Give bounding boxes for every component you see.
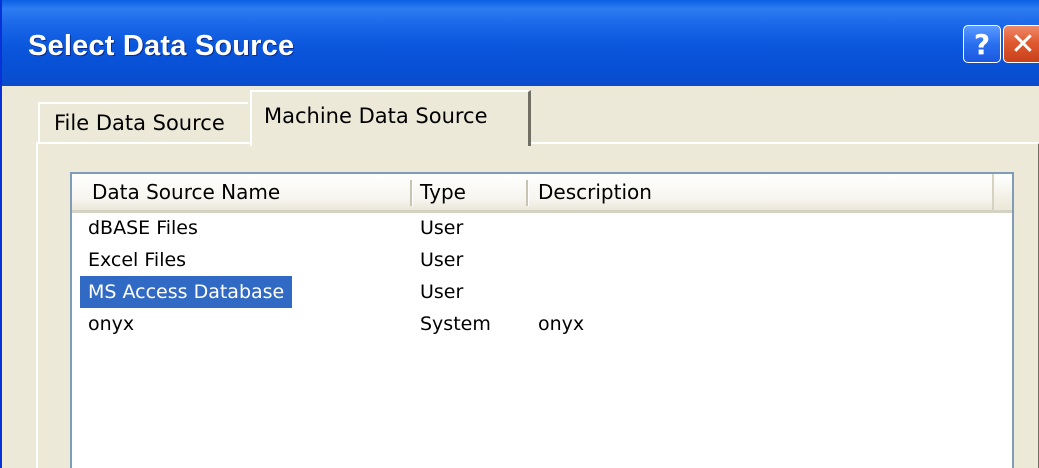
select-data-source-dialog: Select Data Source ? ✕ File Data Source … — [0, 0, 1039, 468]
dialog-title: Select Data Source — [28, 30, 295, 62]
data-source-name: dBASE Files — [88, 217, 198, 239]
data-source-type: User — [420, 217, 464, 239]
close-button[interactable]: ✕ — [1003, 25, 1039, 63]
list-item[interactable]: Excel Files User — [72, 244, 1012, 276]
tab-file-data-source[interactable]: File Data Source — [38, 102, 248, 144]
column-header-description[interactable]: Description — [538, 174, 652, 210]
tab-label: Machine Data Source — [264, 104, 488, 128]
close-icon: ✕ — [1010, 26, 1036, 62]
data-source-type: System — [420, 313, 491, 335]
data-source-name: onyx — [88, 313, 135, 335]
list-item[interactable]: dBASE Files User — [72, 212, 1012, 244]
list-item-selected[interactable]: MS Access Database User — [72, 276, 1012, 308]
data-source-list[interactable]: Data Source Name Type Description dBASE … — [70, 172, 1014, 468]
tab-machine-data-source[interactable]: Machine Data Source — [250, 90, 531, 146]
column-header-name[interactable]: Data Source Name — [92, 174, 280, 210]
data-source-type: User — [420, 281, 464, 303]
list-item[interactable]: onyx System onyx — [72, 308, 1012, 340]
column-divider[interactable] — [410, 180, 413, 206]
column-header-type[interactable]: Type — [420, 174, 466, 210]
column-divider[interactable] — [526, 180, 529, 206]
data-source-name: MS Access Database — [80, 276, 293, 308]
tab-label: File Data Source — [54, 111, 225, 135]
help-button[interactable]: ? — [963, 25, 1001, 63]
column-header-filler — [992, 174, 1012, 210]
data-source-name: Excel Files — [88, 249, 187, 271]
title-bar[interactable]: Select Data Source ? ✕ — [2, 0, 1039, 86]
list-header: Data Source Name Type Description — [72, 174, 1012, 213]
data-source-description: onyx — [538, 313, 585, 335]
question-mark-icon: ? — [973, 27, 991, 61]
data-source-type: User — [420, 249, 464, 271]
